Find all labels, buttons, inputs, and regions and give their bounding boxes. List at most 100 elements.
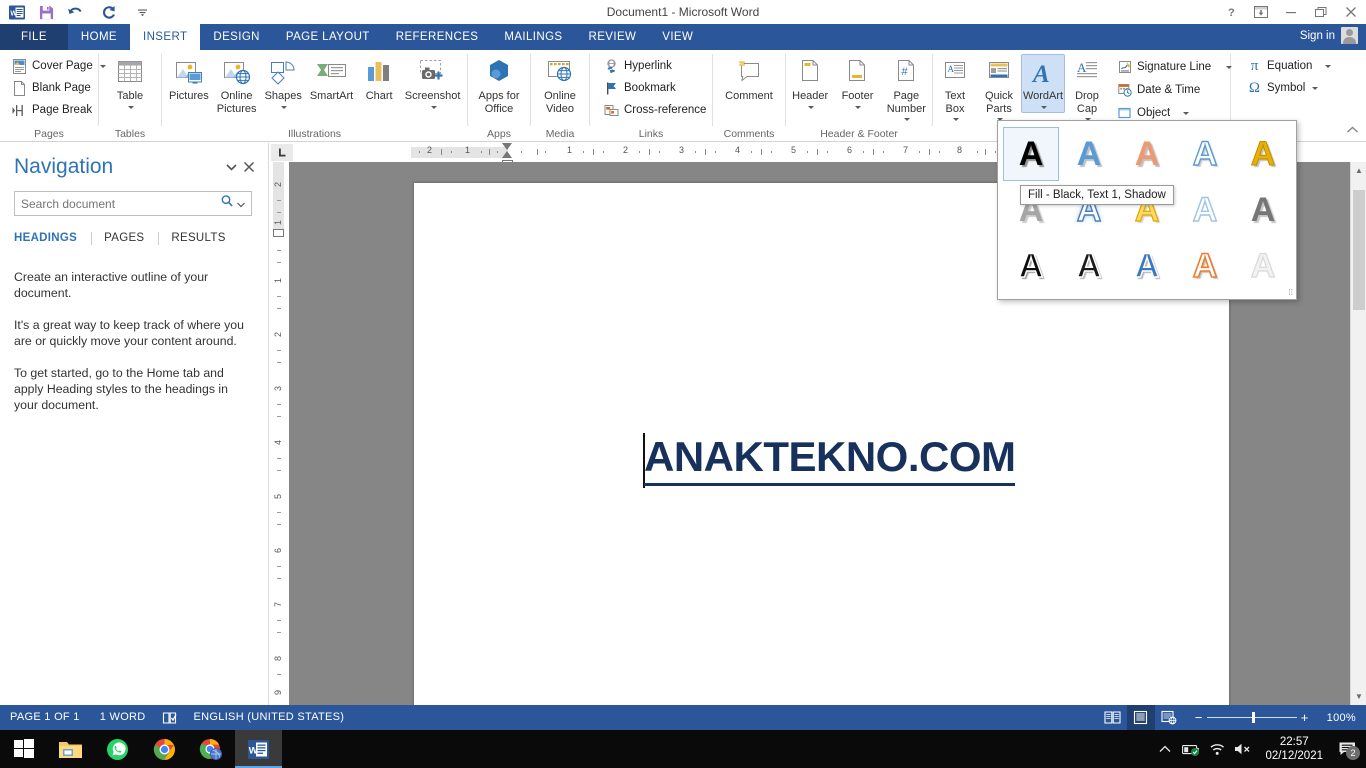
volume-muted-icon[interactable] — [1230, 730, 1256, 768]
chevron-down-icon[interactable] — [430, 105, 437, 109]
zoom-track[interactable] — [1206, 712, 1297, 723]
word-count[interactable]: 1 WORD — [90, 705, 156, 730]
zoom-out-button[interactable]: − — [1191, 710, 1207, 725]
wordart-style-2[interactable]: A — [1119, 127, 1175, 181]
wordart-style-3[interactable]: A — [1177, 127, 1233, 181]
chrome-beta-button[interactable] — [188, 730, 235, 768]
first-line-indent-marker[interactable] — [502, 143, 512, 150]
chevron-down-icon[interactable] — [1041, 105, 1047, 109]
read-mode-button[interactable] — [1099, 705, 1127, 730]
page-break-button[interactable]: Page Break — [6, 99, 98, 121]
chevron-down-icon[interactable] — [808, 105, 815, 109]
notifications-icon[interactable]: 2 — [1332, 730, 1362, 768]
undo-icon[interactable] — [65, 2, 85, 22]
scroll-up-button[interactable]: ▲ — [1351, 162, 1366, 179]
cross-reference-button[interactable]: Cross-reference — [598, 99, 712, 121]
search-box[interactable] — [14, 191, 252, 216]
wordart-style-1[interactable]: A — [1061, 127, 1117, 181]
tab-file[interactable]: FILE — [0, 24, 68, 50]
wordart-style-11[interactable]: A — [1061, 239, 1117, 293]
sign-in-button[interactable]: Sign in — [1300, 27, 1358, 44]
date-time-button[interactable]: Date & Time — [1112, 79, 1238, 101]
comment-button[interactable]: Comment — [720, 54, 778, 104]
header-button[interactable]: Header — [787, 54, 833, 113]
web-layout-button[interactable] — [1155, 705, 1183, 730]
tab-mailings[interactable]: MAILINGS — [491, 24, 575, 50]
chevron-down-icon[interactable] — [953, 118, 959, 121]
file-explorer-button[interactable] — [47, 730, 94, 768]
word-button[interactable]: W — [235, 730, 282, 768]
chrome-button[interactable] — [141, 730, 188, 768]
chart-button[interactable]: Chart — [357, 54, 401, 104]
document-text[interactable]: ANAKTEKNO.COM — [644, 433, 1016, 486]
chevron-down-icon[interactable] — [128, 105, 134, 109]
nav-tab-results[interactable]: RESULTS — [171, 230, 239, 247]
tab-view[interactable]: VIEW — [649, 24, 706, 50]
close-icon[interactable] — [240, 158, 258, 176]
blank-page-button[interactable]: Blank Page — [6, 77, 97, 99]
tab-page-layout[interactable]: PAGE LAYOUT — [273, 24, 383, 50]
wordart-style-13[interactable]: A — [1177, 239, 1233, 293]
search-input[interactable] — [21, 196, 220, 211]
wordart-style-12[interactable]: A — [1119, 239, 1175, 293]
online-pictures-button[interactable]: Online Pictures — [213, 54, 261, 116]
chevron-down-icon[interactable] — [222, 158, 240, 176]
tab-home[interactable]: HOME — [68, 24, 130, 50]
wifi-icon[interactable] — [1204, 730, 1230, 768]
whatsapp-button[interactable] — [94, 730, 141, 768]
signature-line-button[interactable]: Signature Line — [1112, 56, 1238, 78]
scroll-down-button[interactable]: ▼ — [1351, 688, 1366, 705]
zoom-in-button[interactable]: + — [1297, 710, 1313, 725]
gallery-resize-grip[interactable]: ⁞⁞ — [1289, 288, 1293, 297]
tab-references[interactable]: REFERENCES — [383, 24, 492, 50]
hanging-indent-marker[interactable] — [502, 151, 512, 158]
chevron-down-icon[interactable] — [904, 118, 911, 121]
close-button[interactable] — [1336, 0, 1366, 24]
wordart-style-8[interactable]: A — [1177, 183, 1233, 237]
apps-for-office-button[interactable]: Apps for Office — [474, 54, 525, 116]
drop-cap-button[interactable]: A Drop Cap — [1065, 54, 1109, 125]
footer-button[interactable]: Footer — [835, 54, 879, 113]
search-icon[interactable] — [220, 194, 234, 213]
chevron-down-icon[interactable] — [855, 105, 862, 109]
wordart-style-0[interactable]: A — [1003, 127, 1059, 181]
cover-page-button[interactable]: Cover Page — [6, 55, 112, 77]
collapse-ribbon-icon[interactable] — [1344, 125, 1360, 139]
start-button[interactable] — [0, 730, 47, 768]
pictures-button[interactable]: Pictures — [165, 54, 213, 104]
smartart-button[interactable]: SmartArt — [306, 54, 357, 104]
equation-button[interactable]: π Equation — [1241, 55, 1337, 77]
wordart-style-10[interactable]: A — [1003, 239, 1059, 293]
ribbon-display-options-button[interactable] — [1246, 0, 1276, 24]
help-button[interactable]: ? — [1216, 0, 1246, 24]
wordart-style-4[interactable]: A — [1235, 127, 1291, 181]
print-layout-button[interactable] — [1126, 705, 1155, 730]
minimize-button[interactable] — [1276, 0, 1306, 24]
hyperlink-button[interactable]: Hyperlink — [598, 55, 678, 77]
quick-parts-button[interactable]: Quick Parts — [977, 54, 1021, 125]
proofing-errors-icon[interactable] — [156, 705, 184, 730]
chevron-down-icon[interactable] — [281, 105, 288, 109]
online-video-button[interactable]: Online Video — [538, 54, 582, 116]
tab-insert[interactable]: INSERT — [130, 24, 201, 50]
chevron-down-icon[interactable] — [1312, 86, 1319, 90]
nav-tab-pages[interactable]: PAGES — [104, 230, 158, 247]
zoom-slider[interactable]: − + — [1183, 710, 1321, 725]
vertical-ruler[interactable]: 2 1 1 2 3 4 5 6 7 8 9 — [269, 162, 289, 705]
page-number-button[interactable]: # Page Number — [882, 54, 931, 125]
page-indicator[interactable]: PAGE 1 OF 1 — [0, 705, 90, 730]
search-options-icon[interactable] — [234, 195, 248, 213]
tab-review[interactable]: REVIEW — [576, 24, 650, 50]
restore-button[interactable] — [1306, 0, 1336, 24]
table-button[interactable]: Table — [108, 54, 152, 113]
chevron-down-icon[interactable] — [1325, 64, 1332, 68]
wordart-style-9[interactable]: A — [1235, 183, 1291, 237]
customize-qat-icon[interactable] — [132, 2, 152, 22]
text-box-button[interactable]: A Text Box — [933, 54, 977, 125]
battery-icon[interactable] — [1178, 730, 1204, 768]
screenshot-button[interactable]: Screenshot — [401, 54, 464, 113]
clock[interactable]: 22:57 02/12/2021 — [1256, 735, 1332, 763]
save-icon[interactable] — [36, 2, 56, 22]
tab-design[interactable]: DESIGN — [200, 24, 273, 50]
top-margin-marker[interactable] — [273, 229, 284, 237]
